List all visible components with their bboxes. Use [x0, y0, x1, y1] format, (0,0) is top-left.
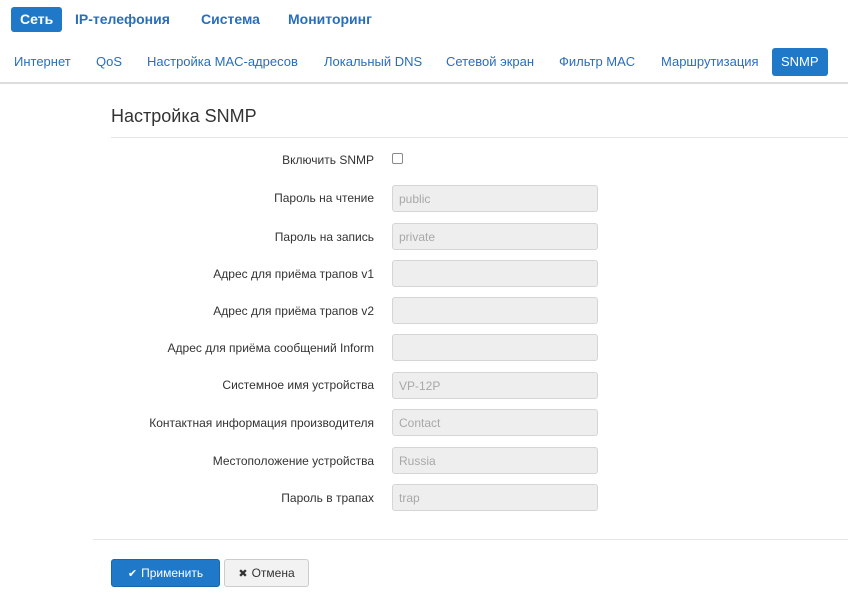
write-password-label: Пароль на запись	[274, 230, 374, 244]
subtab-routing[interactable]: Маршрутизация	[661, 48, 759, 76]
location-input[interactable]	[392, 447, 598, 474]
apply-button-label: Применить	[141, 566, 204, 580]
apply-button[interactable]: ✔ Применить	[111, 559, 220, 587]
inform-address-label: Адрес для приёма сообщений Inform	[167, 341, 374, 355]
subtab-firewall[interactable]: Сетевой экран	[446, 48, 534, 76]
read-password-label: Пароль на чтение	[274, 191, 374, 205]
sub-nav: Интернет QoS Настройка MAC-адресов Локал…	[0, 42, 848, 84]
contact-info-label: Контактная информация производителя	[149, 416, 374, 430]
tab-system[interactable]: Система	[201, 7, 260, 32]
subtab-snmp[interactable]: SNMP	[772, 48, 828, 76]
subtab-mac-filter[interactable]: Фильтр MAC	[559, 48, 635, 76]
tab-ip-telephony[interactable]: IP-телефония	[75, 7, 170, 32]
subtab-local-dns[interactable]: Локальный DNS	[324, 48, 422, 76]
read-password-input[interactable]	[392, 185, 598, 212]
trap-v2-address-input[interactable]	[392, 297, 598, 324]
subtab-qos[interactable]: QoS	[96, 48, 122, 76]
enable-snmp-label: Включить SNMP	[282, 153, 374, 167]
subtab-mac-settings[interactable]: Настройка MAC-адресов	[147, 48, 298, 76]
location-label: Местоположение устройства	[212, 454, 374, 468]
trap-v1-address-input[interactable]	[392, 260, 598, 287]
page-title: Настройка SNMP	[111, 106, 257, 126]
trap-v2-address-label: Адрес для приёма трапов v2	[213, 304, 374, 318]
cancel-button[interactable]: ✖ Отмена	[224, 559, 309, 587]
subtab-internet[interactable]: Интернет	[14, 48, 71, 76]
check-icon: ✔	[127, 567, 138, 580]
write-password-input[interactable]	[392, 223, 598, 250]
top-nav: Сеть IP-телефония Система Мониторинг	[0, 0, 848, 37]
cancel-button-label: Отмена	[251, 566, 295, 580]
enable-snmp-checkbox[interactable]	[392, 153, 403, 164]
close-icon: ✖	[238, 567, 248, 580]
section-divider	[111, 137, 848, 138]
inform-address-input[interactable]	[392, 334, 598, 361]
trap-password-label: Пароль в трапах	[281, 491, 374, 505]
system-name-input[interactable]	[392, 372, 598, 399]
trap-password-input[interactable]	[392, 484, 598, 511]
form-footer-divider	[93, 539, 848, 540]
system-name-label: Системное имя устройства	[222, 378, 374, 392]
tab-monitoring[interactable]: Мониторинг	[288, 7, 372, 32]
trap-v1-address-label: Адрес для приёма трапов v1	[213, 267, 374, 281]
contact-info-input[interactable]	[392, 409, 598, 436]
tab-network[interactable]: Сеть	[11, 7, 63, 32]
